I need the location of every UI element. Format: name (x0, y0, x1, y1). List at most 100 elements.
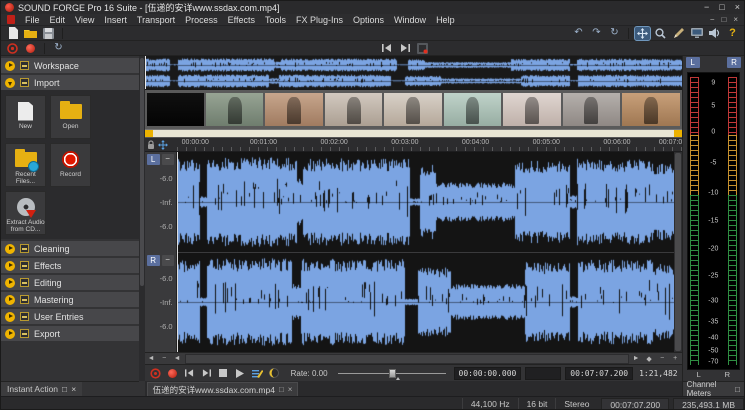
loop-region-start-handle[interactable] (145, 130, 153, 137)
zoom-in-time-button[interactable]: ◄ (171, 353, 184, 365)
sidebar-section-effects[interactable]: Effects (1, 258, 139, 273)
zoom-out-time-button[interactable]: − (158, 353, 171, 365)
mdi-close-button[interactable]: × (733, 15, 738, 24)
channel-meters-tab[interactable]: Channel Meters □ (683, 381, 744, 396)
menu-file[interactable]: File (25, 15, 40, 25)
instant-action-tab[interactable]: Instant Action □ × (1, 382, 82, 396)
repeat-button[interactable]: ↻ (607, 27, 622, 40)
record-button[interactable] (166, 367, 179, 380)
right-channel-waveform[interactable] (177, 252, 674, 352)
zoom-out-button[interactable]: − (656, 353, 669, 365)
menu-process[interactable]: Process (185, 15, 218, 25)
scroll-left-button[interactable]: ◄ (145, 353, 158, 365)
stop-button[interactable] (217, 367, 230, 380)
menu-options[interactable]: Options (353, 15, 384, 25)
loop-region-bar[interactable] (145, 129, 682, 138)
remote-record-button[interactable] (5, 42, 20, 55)
import-extract-cd-button[interactable]: Extract Audio from CD... (5, 191, 46, 235)
menu-window[interactable]: Window (394, 15, 426, 25)
new-file-button[interactable] (5, 27, 20, 40)
go-to-start-button[interactable] (379, 42, 394, 55)
sidebar-section-cleaning[interactable]: Cleaning (1, 241, 139, 256)
expand-arrow-icon[interactable] (5, 295, 15, 305)
play-button[interactable] (234, 367, 247, 380)
redo-button[interactable]: ↷ (589, 27, 604, 40)
overview-waveform-canvas[interactable] (145, 56, 682, 90)
vertical-scrollbar[interactable] (674, 152, 682, 352)
sidebar-section-editing[interactable]: Editing (1, 275, 139, 290)
expand-arrow-icon[interactable] (5, 312, 15, 322)
mdi-restore-button[interactable]: □ (721, 15, 726, 24)
mdi-minimize-button[interactable]: − (710, 15, 715, 24)
undo-button[interactable]: ↶ (571, 27, 586, 40)
menu-transport[interactable]: Transport (137, 15, 175, 25)
waveform-display[interactable] (177, 152, 674, 352)
pencil-tool-button[interactable] (671, 27, 686, 40)
expand-arrow-icon[interactable] (5, 261, 15, 271)
restore-window-icon[interactable]: □ (279, 385, 284, 394)
maximize-button[interactable]: □ (719, 1, 724, 14)
loop-region-end-handle[interactable] (674, 130, 682, 137)
float-window-icon[interactable]: □ (62, 384, 67, 394)
document-tab[interactable]: 伍递的安详www.ssdax.com.mp4 □ × (147, 382, 299, 396)
collapse-arrow-icon[interactable] (5, 78, 15, 88)
go-to-start-button[interactable] (183, 367, 196, 380)
expand-arrow-icon[interactable] (5, 278, 15, 288)
import-new-button[interactable]: New (5, 95, 46, 139)
open-file-button[interactable] (23, 27, 38, 40)
close-icon[interactable]: × (71, 384, 76, 394)
close-button[interactable]: × (735, 1, 740, 14)
loop-playback-button[interactable]: ↻ (51, 42, 66, 55)
zoom-selection-button[interactable]: ◆ (643, 353, 656, 365)
float-window-icon[interactable]: □ (735, 385, 740, 394)
menu-tools[interactable]: Tools (265, 15, 286, 25)
event-tool-button[interactable] (251, 367, 264, 380)
expand-arrow-icon[interactable] (5, 61, 15, 71)
video-preview-button[interactable] (689, 27, 704, 40)
video-thumbnail-strip[interactable] (145, 90, 682, 129)
left-channel-minimize-button[interactable]: − (162, 154, 174, 165)
sidebar-section-user-entries[interactable]: User Entries (1, 309, 139, 324)
scroll-right-button[interactable]: ► (630, 353, 643, 365)
menu-insert[interactable]: Insert (104, 15, 127, 25)
audio-output-button[interactable] (707, 27, 722, 40)
minimize-button[interactable]: − (704, 1, 709, 14)
meter-right-button[interactable]: R (727, 57, 741, 68)
overview-waveform[interactable] (145, 56, 682, 90)
import-record-button[interactable]: Record (50, 143, 91, 187)
right-channel-button[interactable]: R (147, 255, 160, 266)
play-device-button[interactable] (268, 367, 281, 380)
sidebar-section-mastering[interactable]: Mastering (1, 292, 139, 307)
sidebar-section-export[interactable]: Export (1, 326, 139, 341)
menu-view[interactable]: View (75, 15, 94, 25)
remote-record-button[interactable] (149, 367, 162, 380)
import-recent-files-button[interactable]: Recent Files... (5, 143, 46, 187)
sidebar-section-import[interactable]: Import (1, 75, 139, 90)
meter-left-button[interactable]: L (686, 57, 700, 68)
menu-help[interactable]: Help (436, 15, 455, 25)
left-channel-button[interactable]: L (147, 154, 160, 165)
sidebar-section-workspace[interactable]: Workspace (1, 58, 139, 73)
expand-arrow-icon[interactable] (5, 329, 15, 339)
pan-handle-icon[interactable] (158, 140, 168, 150)
menu-edit[interactable]: Edit (50, 15, 66, 25)
zoom-in-button[interactable]: + (669, 353, 682, 365)
right-channel-minimize-button[interactable]: − (162, 255, 174, 266)
menu-effects[interactable]: Effects (228, 15, 255, 25)
magnify-tool-button[interactable] (653, 27, 668, 40)
help-button[interactable]: ? (725, 27, 740, 40)
expand-arrow-icon[interactable] (5, 244, 15, 254)
go-to-end-button[interactable] (200, 367, 213, 380)
import-open-button[interactable]: Open (50, 95, 91, 139)
marker-tool-button[interactable] (415, 42, 430, 55)
save-button[interactable] (41, 27, 56, 40)
go-to-end-button[interactable] (397, 42, 412, 55)
horizontal-scrollbar[interactable] (185, 354, 629, 364)
close-icon[interactable]: × (288, 385, 293, 394)
left-channel-waveform[interactable] (177, 152, 674, 252)
edit-tool-button[interactable] (635, 27, 650, 40)
rate-slider[interactable] (338, 368, 446, 379)
record-button[interactable] (23, 42, 38, 55)
menu-fx-plugins[interactable]: FX Plug-Ins (296, 15, 343, 25)
time-ruler[interactable]: 00:00:00 00:01:00 00:02:00 00:03:00 00:0… (177, 138, 682, 151)
